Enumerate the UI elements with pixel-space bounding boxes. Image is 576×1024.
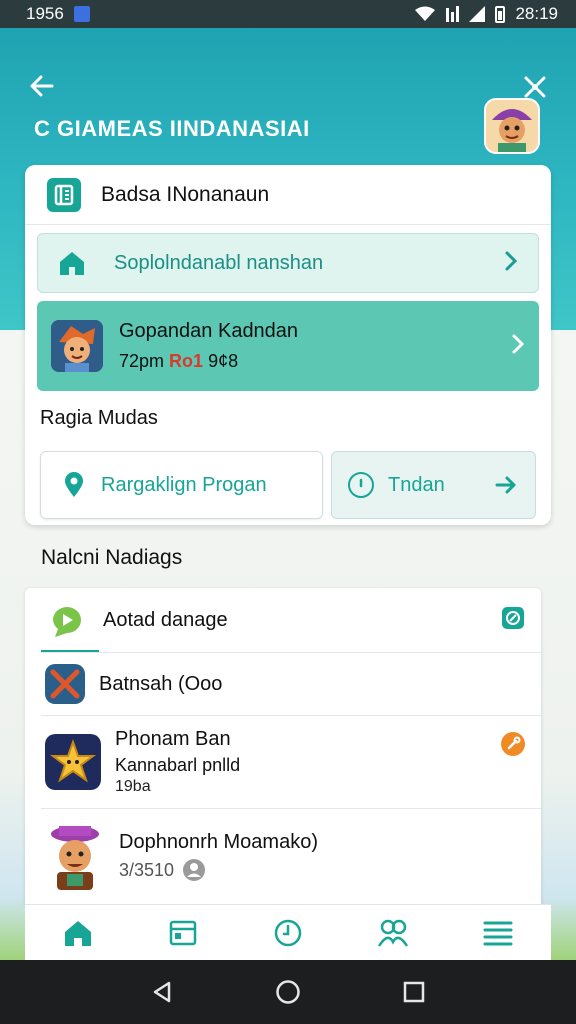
page-title: C GIAMEAS IINDANASIAI — [34, 116, 310, 141]
wrench-icon[interactable] — [501, 732, 525, 761]
program-button-label: Rargaklign Progan — [101, 473, 267, 496]
list-item-title: Aotad danage — [103, 608, 228, 631]
arrow-left-icon — [30, 75, 54, 97]
chevron-right-icon — [504, 248, 518, 279]
menu-icon — [483, 921, 513, 945]
wifi-icon — [415, 6, 436, 21]
character-avatar-icon — [486, 100, 538, 152]
share-icon[interactable] — [501, 606, 525, 635]
list-item-subtitle: Kannabarl pnlld — [115, 755, 241, 775]
featured-meta-suffix: 9¢8 — [208, 351, 239, 371]
bottom-navigation — [25, 904, 551, 960]
nav-friends-button[interactable] — [373, 913, 413, 953]
nav-history-button[interactable] — [268, 913, 308, 953]
character-portrait-icon — [51, 320, 103, 372]
game-list: Aotad danage Batnsah (Ooo Phonam Ban Kan… — [25, 588, 541, 904]
notification-app-icon — [73, 6, 90, 22]
list-item-title: Dophnonrh Moamako) — [119, 831, 318, 853]
book-icon — [47, 177, 81, 212]
signal-icon — [446, 6, 460, 22]
list-item-title: Batnsah (Ooo — [99, 672, 223, 695]
featured-game-row[interactable]: Gopandan Kadndan 72pm Ro1 9¢8 — [37, 301, 539, 391]
game-thumbnail — [51, 320, 103, 372]
expand-icon — [524, 76, 546, 98]
nav-menu-button[interactable] — [478, 913, 518, 953]
primary-row-label: Soplolndanabl nanshan — [114, 251, 324, 274]
chat-bubble-icon — [45, 598, 89, 642]
wizard-character-icon — [45, 822, 105, 892]
program-button[interactable]: Rargaklign Progan — [40, 451, 323, 519]
time-button[interactable]: Tndan — [331, 451, 536, 519]
clock-icon — [348, 472, 374, 498]
arrow-right-icon — [495, 476, 516, 494]
list-title: Nalcni Nadiags — [41, 546, 183, 569]
card-title: Badsa INonanaun — [101, 182, 270, 206]
back-triangle-icon[interactable] — [150, 980, 174, 1004]
nav-home-button[interactable] — [58, 913, 98, 953]
list-item-count: 3/3510 — [119, 859, 175, 880]
list-item-meta: 19ba — [115, 778, 151, 795]
status-time-left: 1956 — [26, 4, 64, 23]
featured-meta: 72pm Ro1 9¢8 — [119, 351, 511, 372]
cell-signal-icon — [469, 6, 486, 22]
clock-icon — [274, 919, 302, 946]
list-item-meta: 3/3510 — [119, 858, 541, 882]
list-item-text: Dophnonrh Moamako) 3/3510 — [119, 831, 541, 882]
home-icon — [64, 920, 91, 946]
featured-meta-highlight: Ro1 — [169, 351, 204, 371]
home-circle-icon[interactable] — [275, 979, 301, 1005]
battery-icon — [495, 5, 506, 23]
list-item[interactable]: Dophnonrh Moamako) 3/3510 — [25, 809, 541, 904]
people-icon — [378, 919, 409, 947]
featured-text: Gopandan Kadndan 72pm Ro1 9¢8 — [119, 320, 511, 372]
list-item-text: Batnsah (Ooo — [99, 673, 541, 696]
status-bar: 1956 28:19 — [0, 0, 576, 28]
star-game-icon — [45, 734, 101, 790]
avatar[interactable] — [484, 98, 540, 154]
featured-title: Gopandan Kadndan — [119, 320, 299, 342]
recents-square-icon[interactable] — [402, 980, 426, 1004]
window-icon — [169, 920, 197, 945]
list-item-text: Phonam Ban Kannabarl pnlld 19ba — [115, 728, 501, 796]
home-icon — [60, 252, 84, 275]
primary-row[interactable]: Soplolndanabl nanshan — [37, 233, 539, 293]
list-item-text: Aotad danage — [103, 609, 501, 632]
crossed-tools-icon — [45, 664, 85, 704]
system-navigation-bar — [0, 960, 576, 1024]
list-item[interactable]: Phonam Ban Kannabarl pnlld 19ba — [25, 716, 541, 808]
list-item[interactable]: Batnsah (Ooo — [25, 653, 541, 715]
status-time-right: 28:19 — [515, 4, 558, 23]
list-item-title: Phonam Ban — [115, 728, 231, 750]
location-pin-icon — [65, 472, 83, 497]
chevron-right-icon — [511, 331, 525, 362]
card-header: Badsa INonanaun — [25, 165, 551, 225]
nav-library-button[interactable] — [163, 913, 203, 953]
section-title: Ragia Mudas — [40, 407, 158, 429]
list-item[interactable]: Aotad danage — [25, 588, 541, 652]
main-card: Badsa INonanaun Soplolndanabl nanshan Go… — [25, 165, 551, 525]
featured-meta-prefix: 72pm — [119, 351, 165, 371]
time-button-label: Tndan — [388, 473, 445, 496]
user-badge-icon — [183, 859, 206, 881]
back-button[interactable] — [28, 72, 64, 108]
